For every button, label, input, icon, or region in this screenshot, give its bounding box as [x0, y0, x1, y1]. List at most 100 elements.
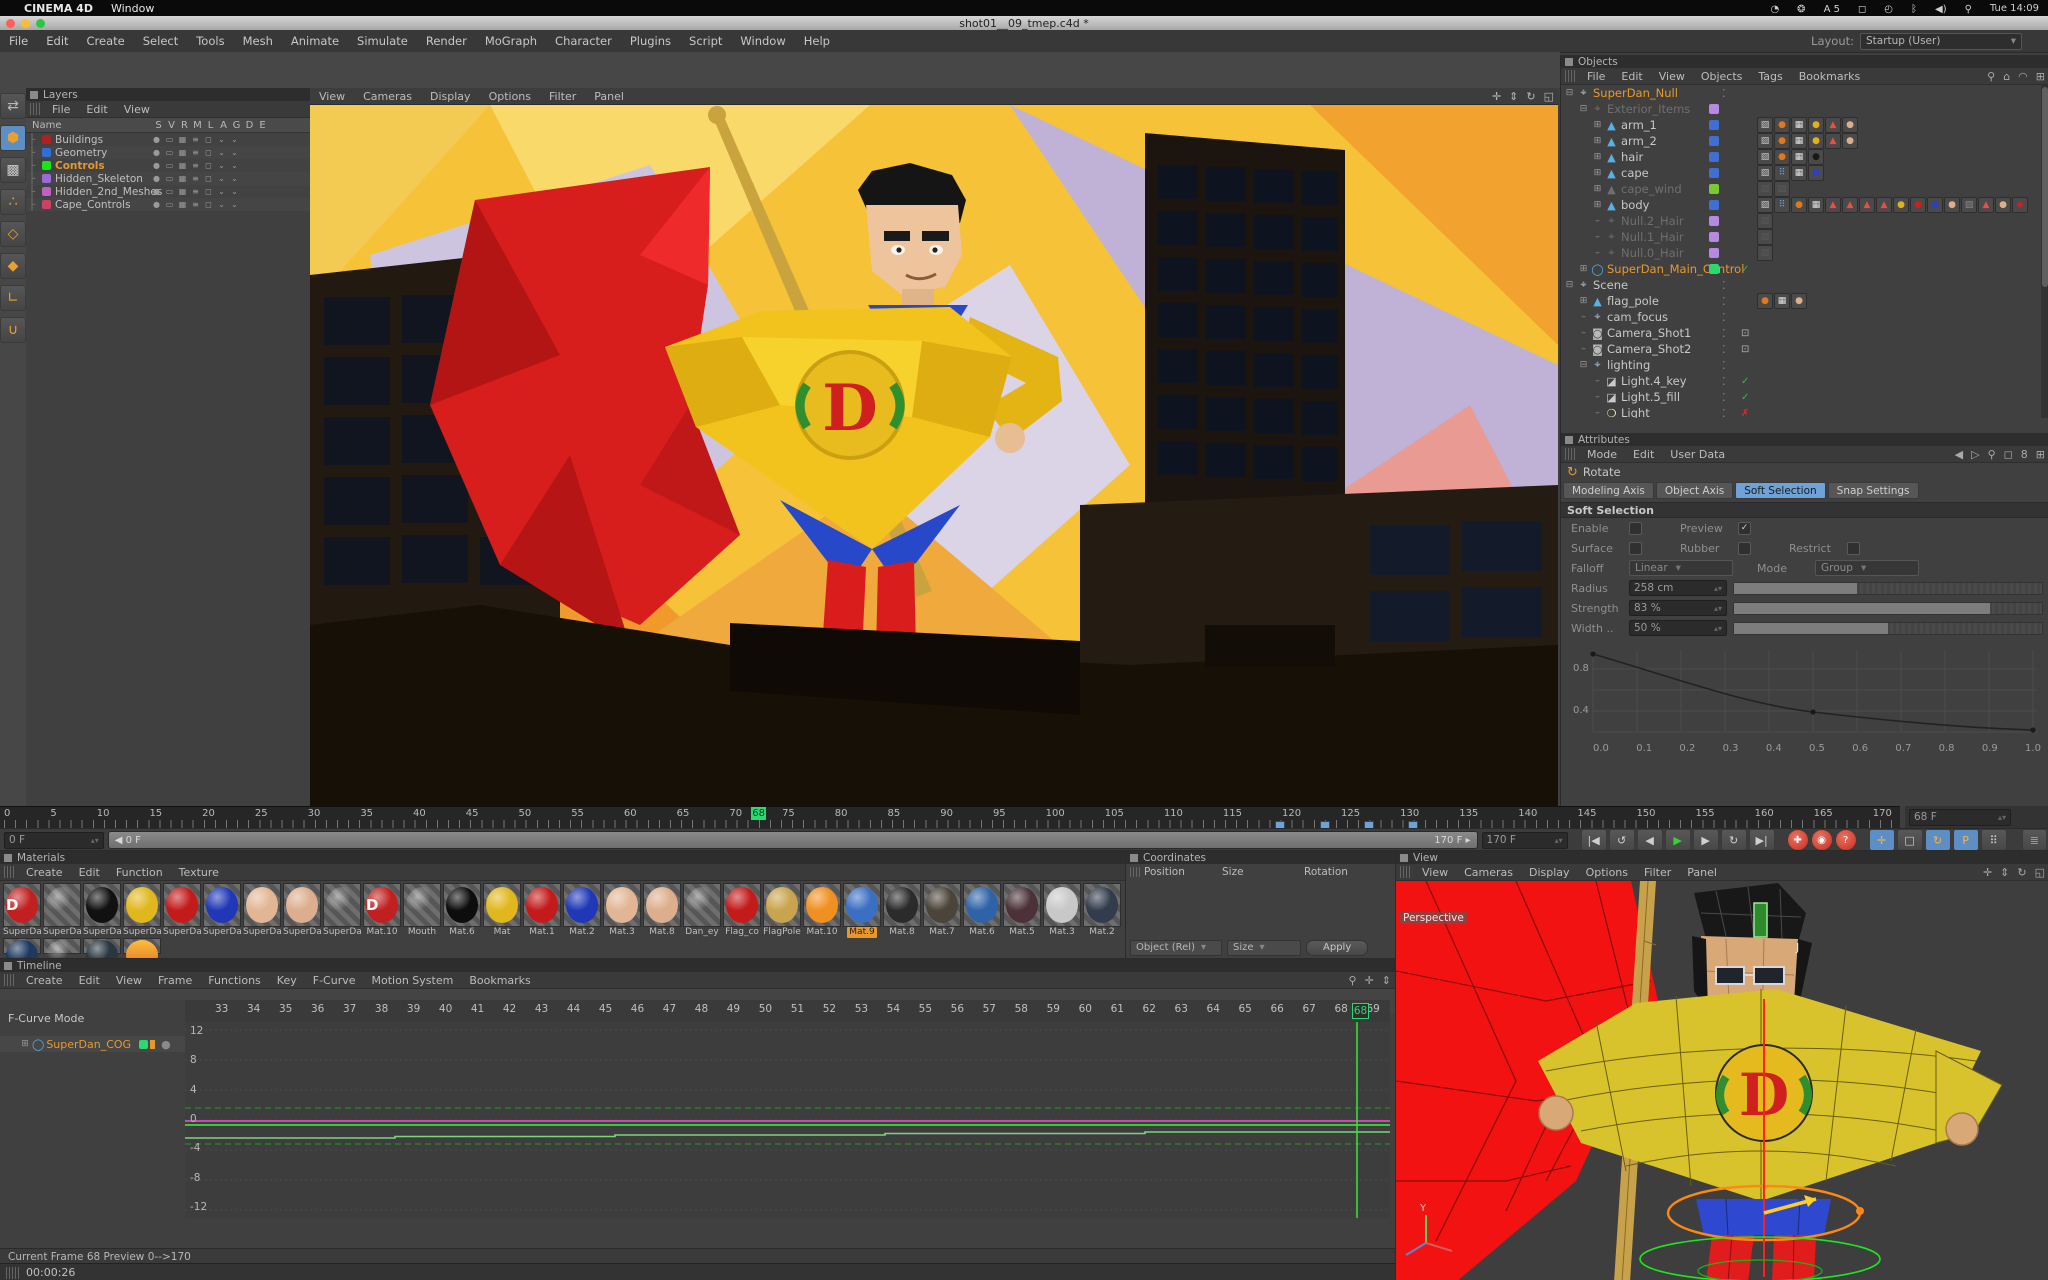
preview-range-slider[interactable]: ◀ 0 F 170 F ▸ — [108, 831, 1478, 849]
objects-menu-item[interactable]: View — [1651, 70, 1693, 83]
object-name[interactable]: Camera_Shot2 — [1607, 342, 1691, 356]
object-tag-icon[interactable]: ▲ — [1825, 117, 1841, 133]
layer-toggle-icon[interactable]: ⌄ — [228, 200, 241, 209]
goto-start-button[interactable]: |◀ — [1581, 829, 1607, 851]
expand-toggle[interactable]: – — [1591, 392, 1604, 402]
object-row[interactable]: – ⌖ Null.2_Hair ▨ — [1561, 213, 2048, 229]
layers-menu-item[interactable]: View — [116, 103, 158, 116]
object-layer-swatch[interactable] — [1709, 248, 1719, 258]
toggle-view-icon[interactable]: ◱ — [1544, 90, 1554, 103]
dolly-view-icon[interactable]: ⇕ — [2000, 866, 2009, 879]
expand-toggle[interactable]: ⊞ — [1591, 152, 1604, 162]
object-name[interactable]: flag_pole — [1607, 294, 1659, 308]
object-layer-swatch[interactable] — [1709, 184, 1719, 194]
viewport-menu-item[interactable]: Options — [480, 90, 540, 103]
material-item[interactable]: Mat.2 — [562, 883, 602, 938]
layer-toggle-icon[interactable]: ≡ — [189, 187, 202, 196]
object-tag-icon[interactable]: ▨ — [1757, 133, 1773, 149]
layer-toggle-icon[interactable]: ≡ — [189, 148, 202, 157]
home-icon[interactable]: ⌂ — [2003, 70, 2010, 83]
current-frame-marker[interactable]: 68 — [751, 807, 766, 820]
object-tag-icon[interactable]: ▲ — [1978, 197, 1994, 213]
material-thumbnail[interactable] — [323, 883, 361, 927]
object-layer-swatch[interactable] — [1709, 200, 1719, 210]
layer-toggle-icon[interactable]: ▭ — [163, 200, 176, 209]
object-name[interactable]: cam_focus — [1607, 310, 1668, 324]
object-tag-icon[interactable]: ● — [1808, 149, 1824, 165]
layer-toggle-icon[interactable]: ▦ — [176, 135, 189, 144]
object-tag-icon[interactable]: ● — [1842, 133, 1858, 149]
layer-toggle-icon[interactable]: ≡ — [189, 161, 202, 170]
material-name[interactable]: Mat.6 — [967, 927, 996, 938]
layer-color-swatch[interactable] — [42, 174, 51, 183]
object-layer-swatch[interactable] — [1709, 216, 1719, 226]
app-menu-item[interactable]: Window — [731, 34, 794, 48]
material-name[interactable]: Mat.5 — [1007, 927, 1036, 938]
object-row[interactable]: ⊟ ⌖ Scene ⁚ — [1561, 277, 2048, 293]
next-frame-button[interactable]: ▶ — [1693, 829, 1719, 851]
checkbox[interactable] — [1629, 542, 1642, 555]
objects-menu-item[interactable]: Edit — [1613, 70, 1650, 83]
object-layer-swatch[interactable] — [1709, 104, 1719, 114]
layer-toggle-icon[interactable]: ◻ — [202, 187, 215, 196]
search-icon[interactable]: ⚲ — [1349, 974, 1357, 987]
viewport-menu-item[interactable]: Filter — [540, 90, 585, 103]
material-thumbnail[interactable]: D — [363, 883, 401, 927]
projection-label[interactable]: Perspective — [1400, 912, 1467, 924]
material-item[interactable] — [122, 938, 162, 954]
object-layer-swatch[interactable] — [1709, 280, 1719, 290]
checkbox[interactable] — [1847, 542, 1860, 555]
material-thumbnail[interactable] — [643, 883, 681, 927]
time-machine-icon[interactable]: ◴ — [1884, 4, 1893, 15]
material-name[interactable]: Mat.10 — [364, 927, 399, 938]
app-menu-item[interactable]: Create — [78, 34, 134, 48]
slider-track[interactable] — [1733, 602, 2043, 615]
expand-toggle[interactable]: ⊞ — [1591, 184, 1604, 194]
object-name[interactable]: Null.1_Hair — [1621, 230, 1684, 244]
material-thumbnail[interactable] — [1083, 883, 1121, 927]
object-name[interactable]: Exterior_Items — [1607, 102, 1690, 116]
layer-toggle-icon[interactable]: ≡ — [189, 174, 202, 183]
object-layer-swatch[interactable] — [1709, 408, 1719, 418]
material-item[interactable]: SuperDa — [242, 883, 282, 938]
model-mode-button[interactable]: ⬢ — [0, 125, 26, 151]
layer-toggle-icon[interactable]: ▭ — [163, 135, 176, 144]
expand-toggle[interactable]: ⊞ — [1591, 120, 1604, 130]
layer-row[interactable]: ├ Geometry ●▭▦≡◻⌄⌄ — [26, 146, 310, 159]
material-name[interactable]: Mouth — [406, 927, 438, 938]
dolly-view-icon[interactable]: ⇕ — [1509, 90, 1518, 103]
expand-toggle[interactable]: – — [1591, 376, 1604, 386]
timeline-menu-item[interactable]: F-Curve — [305, 974, 364, 987]
material-thumbnail[interactable] — [203, 883, 241, 927]
app-menu-item[interactable]: Help — [795, 34, 839, 48]
object-tag-icon[interactable]: ● — [1944, 197, 1960, 213]
material-name[interactable]: SuperDa — [321, 927, 363, 938]
object-tag-icon[interactable]: ● — [1774, 133, 1790, 149]
visibility-dots[interactable]: ⁚ — [1722, 359, 1727, 372]
layer-toggle-icon[interactable]: ≡ — [189, 200, 202, 209]
layer-toggle-icon[interactable]: ● — [150, 135, 163, 144]
layer-toggle-icon[interactable]: ▦ — [176, 187, 189, 196]
expand-toggle[interactable]: ⊞ — [1591, 136, 1604, 146]
object-tag-icon[interactable]: ◉ — [2012, 197, 2028, 213]
checkbox[interactable] — [1629, 522, 1642, 535]
app-menu-item[interactable]: Tools — [187, 34, 233, 48]
mac-app-menu[interactable]: CINEMA 4D — [24, 2, 93, 15]
object-row[interactable]: ⊞ ◯ SuperDan_Main_Control ✓ — [1561, 261, 2048, 277]
material-name[interactable]: Mat.8 — [887, 927, 916, 938]
object-name[interactable]: arm_1 — [1621, 118, 1657, 132]
materials-menu-item[interactable]: Texture — [171, 866, 227, 879]
object-tag-icon[interactable]: ⠿ — [1774, 165, 1790, 181]
material-name[interactable]: Mat.2 — [567, 927, 596, 938]
material-thumbnail[interactable] — [43, 883, 81, 927]
material-item[interactable]: D Mat.10 — [362, 883, 402, 938]
object-name[interactable]: Camera_Shot1 — [1607, 326, 1691, 340]
object-tag-icon[interactable]: ⠿ — [1774, 197, 1790, 213]
record-parameter-toggle[interactable]: P — [1953, 829, 1979, 851]
fcurve-graph[interactable] — [185, 1022, 1390, 1218]
object-tag-icon[interactable]: ▨ — [1757, 213, 1773, 229]
slider-track[interactable] — [1733, 582, 2043, 595]
material-item[interactable]: SuperDa — [202, 883, 242, 938]
timeline-menu-item[interactable]: Motion System — [364, 974, 462, 987]
layer-name[interactable]: Geometry — [55, 147, 150, 159]
